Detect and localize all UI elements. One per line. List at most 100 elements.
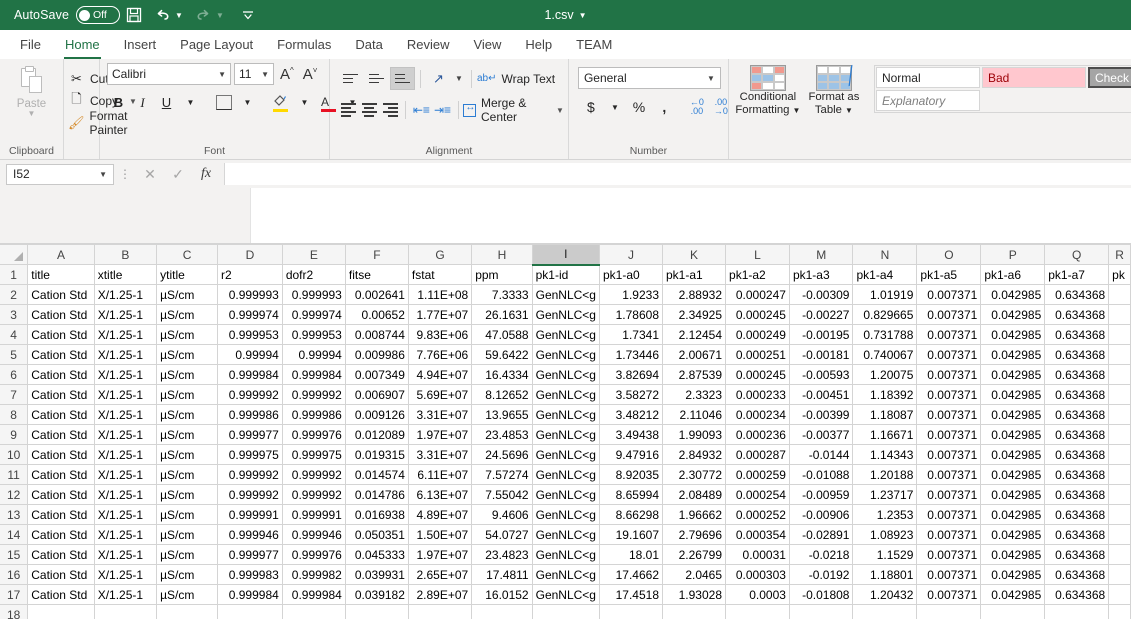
cell-F4[interactable]: 0.008744	[345, 324, 409, 345]
cell-N18[interactable]	[852, 604, 918, 619]
cell-F10[interactable]: 0.019315	[345, 444, 409, 465]
cell-R5[interactable]	[1108, 344, 1131, 365]
redo-icon[interactable]: ▼	[189, 0, 230, 30]
cell-J16[interactable]: 17.4662	[599, 564, 664, 585]
cell-E2[interactable]: 0.999993	[282, 284, 346, 305]
cell-N4[interactable]: 0.731788	[852, 324, 918, 345]
cell-D11[interactable]: 0.999992	[217, 464, 283, 485]
cell-G13[interactable]: 4.89E+07	[408, 504, 473, 525]
cell-G1[interactable]: fstat	[408, 264, 473, 285]
cell-Q9[interactable]: 0.634368	[1044, 424, 1110, 445]
cell-D3[interactable]: 0.999974	[217, 304, 283, 325]
cell-P1[interactable]: pk1-a6	[980, 264, 1046, 285]
cell-A12[interactable]: Cation Std	[27, 484, 95, 505]
formula-input[interactable]	[224, 163, 1131, 185]
column-header-J[interactable]: J	[599, 244, 664, 265]
cell-B15[interactable]: X/1.25-1	[94, 544, 158, 565]
cell-H12[interactable]: 7.55042	[471, 484, 533, 505]
cell-L16[interactable]: 0.000303	[725, 564, 790, 585]
cell-H17[interactable]: 16.0152	[471, 584, 533, 605]
row-header-16[interactable]: 16	[0, 564, 29, 585]
cell-D12[interactable]: 0.999992	[217, 484, 283, 505]
cell-I6[interactable]: GenNLC<g	[532, 364, 600, 385]
cell-K14[interactable]: 2.79696	[662, 524, 727, 545]
cell-C6[interactable]: µS/cm	[156, 364, 219, 385]
cell-C13[interactable]: µS/cm	[156, 504, 219, 525]
cell-L18[interactable]	[725, 604, 790, 619]
cell-B4[interactable]: X/1.25-1	[94, 324, 158, 345]
cell-M2[interactable]: -0.00309	[789, 284, 854, 305]
cell-H11[interactable]: 7.57274	[471, 464, 533, 485]
cell-I4[interactable]: GenNLC<g	[532, 324, 600, 345]
cell-J8[interactable]: 3.48212	[599, 404, 664, 425]
cell-N13[interactable]: 1.2353	[852, 504, 918, 525]
italic-button[interactable]: I	[131, 91, 154, 114]
save-icon[interactable]	[120, 0, 148, 30]
cell-D1[interactable]: r2	[217, 264, 283, 285]
tab-file[interactable]: File	[8, 33, 53, 59]
cell-G3[interactable]: 1.77E+07	[408, 304, 473, 325]
cell-D7[interactable]: 0.999992	[217, 384, 283, 405]
cell-P15[interactable]: 0.042985	[980, 544, 1046, 565]
insert-function-icon[interactable]: fx	[192, 163, 220, 185]
cell-P13[interactable]: 0.042985	[980, 504, 1046, 525]
cell-H16[interactable]: 17.4811	[471, 564, 533, 585]
cell-C9[interactable]: µS/cm	[156, 424, 219, 445]
cell-D17[interactable]: 0.999984	[217, 584, 283, 605]
name-box-caret-icon[interactable]: ▼	[99, 170, 107, 179]
cell-M11[interactable]: -0.01088	[789, 464, 854, 485]
cell-C2[interactable]: µS/cm	[156, 284, 219, 305]
cell-L4[interactable]: 0.000249	[725, 324, 790, 345]
cell-L13[interactable]: 0.000252	[725, 504, 790, 525]
cell-Q5[interactable]: 0.634368	[1044, 344, 1110, 365]
cell-A16[interactable]: Cation Std	[27, 564, 95, 585]
cell-E12[interactable]: 0.999992	[282, 484, 346, 505]
row-header-4[interactable]: 4	[0, 324, 29, 345]
cell-A3[interactable]: Cation Std	[27, 304, 95, 325]
cell-L5[interactable]: 0.000251	[725, 344, 790, 365]
cell-B5[interactable]: X/1.25-1	[94, 344, 158, 365]
cell-A9[interactable]: Cation Std	[27, 424, 95, 445]
cell-F7[interactable]: 0.006907	[345, 384, 409, 405]
cell-J13[interactable]: 8.66298	[599, 504, 664, 525]
tab-page-layout[interactable]: Page Layout	[168, 33, 265, 59]
tab-insert[interactable]: Insert	[112, 33, 169, 59]
cell-N9[interactable]: 1.16671	[852, 424, 918, 445]
cell-P7[interactable]: 0.042985	[980, 384, 1046, 405]
column-header-B[interactable]: B	[94, 244, 158, 265]
cell-O5[interactable]: 0.007371	[916, 344, 982, 365]
column-header-I[interactable]: I	[532, 244, 600, 266]
cell-B6[interactable]: X/1.25-1	[94, 364, 158, 385]
cell-F15[interactable]: 0.045333	[345, 544, 409, 565]
cell-Q10[interactable]: 0.634368	[1044, 444, 1110, 465]
column-header-L[interactable]: L	[725, 244, 790, 265]
cell-Q12[interactable]: 0.634368	[1044, 484, 1110, 505]
confirm-icon[interactable]: ✓	[164, 163, 192, 185]
cell-Q11[interactable]: 0.634368	[1044, 464, 1110, 485]
font-size-caret-icon[interactable]: ▼	[261, 70, 269, 79]
cell-style-explanatory[interactable]: Explanatory	[875, 90, 980, 111]
cell-M9[interactable]: -0.00377	[789, 424, 854, 445]
cell-B17[interactable]: X/1.25-1	[94, 584, 158, 605]
cell-D18[interactable]	[217, 604, 283, 619]
cell-L17[interactable]: 0.0003	[725, 584, 790, 605]
row-header-17[interactable]: 17	[0, 584, 29, 605]
cell-N7[interactable]: 1.18392	[852, 384, 918, 405]
cell-style-check-cell[interactable]: Check Cell	[1087, 67, 1131, 88]
cell-R4[interactable]	[1108, 324, 1131, 345]
cell-H13[interactable]: 9.4606	[471, 504, 533, 525]
decrease-font-size-button[interactable]: A˅	[300, 66, 321, 83]
column-header-M[interactable]: M	[789, 244, 854, 265]
cell-M15[interactable]: -0.0218	[789, 544, 854, 565]
cell-C11[interactable]: µS/cm	[156, 464, 219, 485]
tab-review[interactable]: Review	[395, 33, 462, 59]
cell-N1[interactable]: pk1-a4	[852, 264, 918, 285]
cell-O14[interactable]: 0.007371	[916, 524, 982, 545]
cell-B1[interactable]: xtitle	[94, 264, 158, 285]
cell-P14[interactable]: 0.042985	[980, 524, 1046, 545]
cell-M8[interactable]: -0.00399	[789, 404, 854, 425]
cell-R14[interactable]	[1108, 524, 1131, 545]
cell-K8[interactable]: 2.11046	[662, 404, 727, 425]
tab-formulas[interactable]: Formulas	[265, 33, 343, 59]
cell-O17[interactable]: 0.007371	[916, 584, 982, 605]
